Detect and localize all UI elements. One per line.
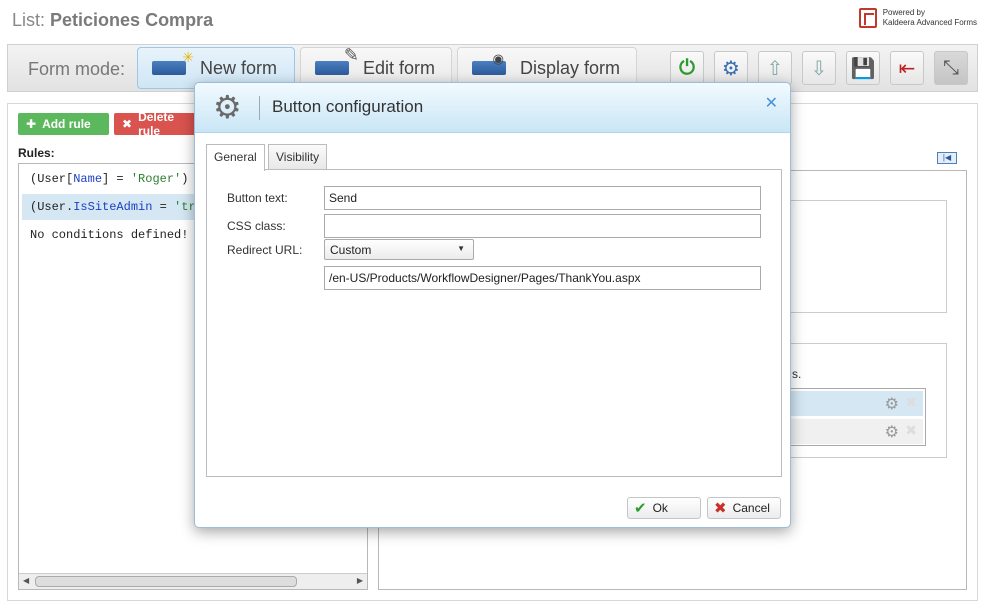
redirect-url-input[interactable]	[324, 266, 761, 290]
button-configuration-dialog: ⚙ Button configuration ✕ General Visibil…	[194, 82, 791, 528]
display-form-label: Display form	[520, 57, 621, 78]
close-icon[interactable]: ✕	[765, 93, 778, 113]
scroll-right-icon[interactable]: ▶	[357, 576, 363, 585]
scroll-left-icon[interactable]: ◀	[23, 576, 29, 585]
delete-rule-button[interactable]: ✖ Delete rule	[114, 113, 198, 135]
add-rule-button[interactable]: ✚ Add rule	[18, 113, 109, 135]
collapse-panel-icon[interactable]: |◀	[937, 152, 957, 164]
new-form-icon	[152, 49, 194, 75]
export-button[interactable]: ⇧	[758, 51, 792, 85]
action-row[interactable]: ⚙ ✖	[790, 419, 923, 444]
horizontal-scrollbar[interactable]: ◀ ▶	[19, 573, 367, 589]
powered-by-text: Powered by	[882, 8, 925, 17]
checkmark-icon: ✔	[634, 500, 647, 517]
dialog-header: ⚙ Button configuration ✕	[195, 83, 790, 133]
rule-text: (User.	[30, 200, 74, 214]
redirect-url-select[interactable]: Custom ▼	[324, 239, 474, 260]
display-form-icon	[472, 51, 506, 75]
conditions-box	[780, 200, 947, 313]
collapse-button[interactable]: ⤡	[934, 51, 968, 85]
gear-icon: ⚙	[213, 89, 242, 125]
cancel-label: Cancel	[732, 501, 770, 515]
rule-field: Name	[73, 172, 103, 186]
css-class-label: CSS class:	[227, 219, 286, 233]
visibility-settings-button[interactable]: ⚙	[714, 51, 748, 85]
list-name: Peticiones Compra	[50, 10, 214, 30]
rule-value: 'Roger'	[130, 172, 182, 186]
rule-text: (User[	[30, 172, 74, 186]
list-prefix: List:	[12, 10, 46, 30]
redirect-url-label: Redirect URL:	[227, 243, 303, 257]
power-button[interactable]: ⏻	[670, 51, 704, 85]
css-class-input[interactable]	[324, 214, 761, 238]
actions-list: ⚙ ✖ ⚙ ✖	[787, 388, 926, 446]
rule-text: No conditions defined!	[30, 228, 189, 242]
exit-button[interactable]: ⇤	[890, 51, 924, 85]
gear-icon[interactable]: ⚙	[885, 422, 899, 442]
redirect-url-selected: Custom	[330, 243, 372, 257]
ok-label: Ok	[652, 501, 668, 515]
import-button[interactable]: ⇩	[802, 51, 836, 85]
edit-form-icon	[315, 45, 359, 75]
close-icon[interactable]: ✖	[905, 422, 917, 439]
actions-partial-text: s.	[792, 367, 802, 381]
rules-label: Rules:	[18, 146, 55, 160]
rule-field: IsSiteAdmin	[73, 200, 153, 214]
cancel-button[interactable]: ✖ Cancel	[707, 497, 781, 519]
rule-suffix: )	[181, 172, 189, 186]
collapse-icon: ⤡	[943, 56, 959, 79]
gear-icon[interactable]: ⚙	[885, 394, 899, 414]
new-form-label: New form	[200, 57, 278, 78]
button-text-label: Button text:	[227, 191, 288, 205]
exit-icon: ⇤	[898, 57, 916, 80]
plus-icon: ✚	[26, 117, 37, 131]
visibility-settings-icon: ⚙	[722, 57, 740, 80]
tab-general[interactable]: General	[206, 144, 265, 171]
export-icon: ⇧	[766, 57, 784, 80]
powered-by[interactable]: Powered by Kaldeera Advanced Forms	[858, 8, 977, 28]
list-title: List: Peticiones Compra	[12, 10, 213, 31]
save-icon: 💾	[850, 57, 876, 80]
form-mode-label: Form mode:	[28, 59, 126, 79]
tab-visibility[interactable]: Visibility	[268, 144, 328, 169]
product-name: Kaldeera Advanced Forms	[882, 18, 977, 27]
dialog-title: Button configuration	[272, 97, 424, 116]
chevron-down-icon: ▼	[457, 244, 465, 253]
delete-rule-label: Delete rule	[138, 113, 175, 135]
save-button[interactable]: 💾	[846, 51, 880, 85]
edit-form-label: Edit form	[363, 57, 436, 78]
power-icon: ⏻	[679, 56, 695, 79]
delete-icon: ✖	[122, 117, 133, 131]
header-divider	[259, 96, 260, 120]
close-icon[interactable]: ✖	[905, 394, 917, 411]
button-text-input[interactable]	[324, 186, 761, 210]
rule-operator: ] =	[102, 172, 131, 186]
rule-operator: =	[152, 200, 175, 214]
ok-button[interactable]: ✔ Ok	[627, 497, 701, 519]
action-row[interactable]: ⚙ ✖	[790, 391, 923, 416]
import-icon: ⇩	[810, 57, 828, 80]
add-rule-label: Add rule	[42, 117, 91, 131]
cancel-icon: ✖	[714, 500, 727, 517]
scrollbar-thumb[interactable]	[35, 576, 297, 587]
kaldeera-logo-icon	[858, 8, 877, 28]
